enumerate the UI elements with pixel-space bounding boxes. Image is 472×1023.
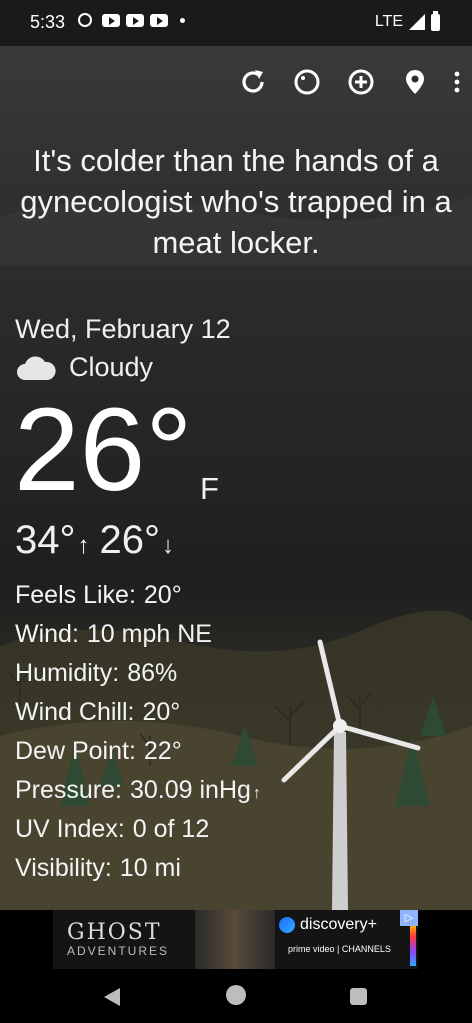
detail-label: Feels Like: <box>15 581 136 609</box>
status-bar: 5:33 LTE <box>0 0 472 46</box>
up-arrow-icon: ↑ <box>77 532 90 559</box>
detail-value: 10 mi <box>119 854 181 882</box>
recents-icon[interactable] <box>350 988 367 1005</box>
condition-label: Cloudy <box>69 352 154 382</box>
ad-title: GHOST <box>67 920 162 945</box>
ad-partner: prime video | CHANNELS <box>288 944 391 954</box>
navigation-bar <box>0 971 472 1023</box>
pressure-trend-icon: ↑ <box>252 785 261 802</box>
add-location-icon <box>348 69 374 95</box>
detail-value: 0 of 12 <box>132 815 210 843</box>
ad-container: GHOST ADVENTURES discovery+ prime video … <box>0 910 472 971</box>
detail-value: 20° <box>142 698 181 726</box>
detail-dew-point: Dew Point: 22° <box>15 732 261 771</box>
detail-label: Pressure: <box>15 776 122 804</box>
more-options-button[interactable] <box>442 62 472 102</box>
ad-image <box>195 910 275 969</box>
ad-banner[interactable]: GHOST ADVENTURES discovery+ prime video … <box>53 910 418 969</box>
battery-icon <box>431 10 440 31</box>
detail-feels-like: Feels Like: 20° <box>15 576 261 615</box>
refresh-button[interactable] <box>226 62 280 102</box>
status-time: 5:33 <box>30 12 66 32</box>
weather-scene: It's colder than the hands of a gynecolo… <box>0 46 472 910</box>
detail-value: 30.09 inHg <box>129 776 251 804</box>
down-arrow-icon: ↓ <box>162 532 174 559</box>
detail-label: Wind: <box>15 620 79 648</box>
location-button[interactable] <box>388 62 442 102</box>
home-icon[interactable] <box>226 985 246 1005</box>
ad-brand-label: discovery+ <box>300 916 377 933</box>
high-low-row: 34° ↑ 26° ↓ <box>15 518 184 563</box>
low-temperature: 26° <box>99 518 161 562</box>
alarm-icon <box>78 13 92 27</box>
youtube-icon <box>126 13 144 27</box>
more-vert-icon <box>454 71 460 93</box>
youtube-icon <box>150 13 168 27</box>
current-temperature: 26° <box>14 384 193 516</box>
ad-color-strip <box>410 922 416 966</box>
add-location-button[interactable] <box>334 62 388 102</box>
toolbar <box>226 62 472 102</box>
detail-label: UV Index: <box>15 815 125 843</box>
ad-brand: discovery+ <box>279 916 377 934</box>
condition-row: Cloudy <box>15 352 153 383</box>
refresh-icon <box>242 70 264 93</box>
detail-value: 86% <box>127 659 178 687</box>
cloud-icon <box>17 355 56 380</box>
temperature-unit: F <box>200 471 219 506</box>
detail-humidity: Humidity: 86% <box>15 654 261 693</box>
weather-theme-icon <box>294 69 320 95</box>
network-type: LTE <box>374 13 403 30</box>
detail-value: 22° <box>143 737 182 765</box>
theme-button[interactable] <box>280 62 334 102</box>
ad-subtitle: ADVENTURES <box>67 944 170 958</box>
location-pin-icon <box>406 70 424 94</box>
detail-pressure: Pressure: 30.09 inHg ↑ <box>15 771 261 810</box>
high-temperature: 34° <box>15 518 76 562</box>
weather-quote: It's colder than the hands of a gynecolo… <box>20 143 452 260</box>
detail-uv-index: UV Index: 0 of 12 <box>15 810 261 849</box>
signal-icon <box>409 14 425 30</box>
discovery-logo-icon <box>279 917 295 933</box>
forecast-date: Wed, February 12 <box>15 314 231 344</box>
weather-details: Feels Like: 20° Wind: 10 mph NE Humidity: 8… <box>15 576 261 888</box>
detail-visibility: Visibility: 10 mi <box>15 849 261 888</box>
back-icon[interactable] <box>104 988 120 1006</box>
detail-label: Humidity: <box>15 659 120 687</box>
ad-choices-icon[interactable]: ▷ <box>400 910 418 926</box>
notification-dot-icon <box>180 17 185 23</box>
detail-value: 20° <box>143 581 182 609</box>
detail-wind: Wind: 10 mph NE <box>15 615 261 654</box>
youtube-icon <box>102 13 120 27</box>
detail-wind-chill: Wind Chill: 20° <box>15 693 261 732</box>
detail-label: Dew Point: <box>15 737 136 765</box>
detail-label: Wind Chill: <box>15 698 135 726</box>
detail-value: 10 mph NE <box>86 620 212 648</box>
detail-label: Visibility: <box>15 854 112 882</box>
